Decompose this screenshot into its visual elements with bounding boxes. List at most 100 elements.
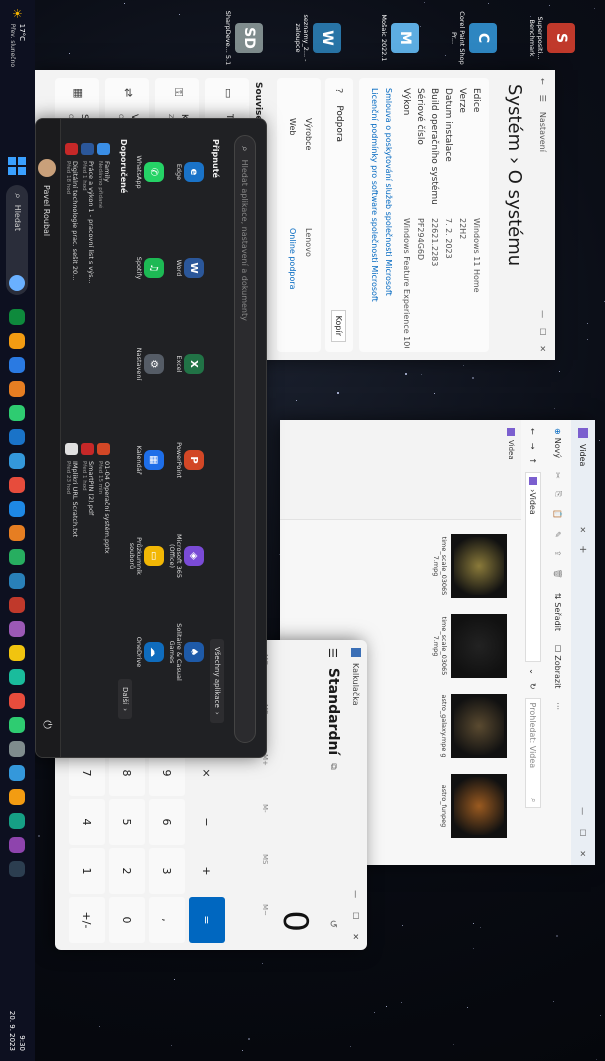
more-button[interactable]: Další ›: [118, 679, 132, 720]
online-support-link[interactable]: Online podpora: [288, 228, 297, 290]
taskbar-app-icon[interactable]: [9, 669, 26, 686]
pinned-app[interactable]: ♫ Spotify: [135, 237, 164, 299]
pinned-app[interactable]: P PowerPoint: [175, 429, 204, 491]
user-name[interactable]: Pavel Roubal: [43, 185, 52, 236]
taskbar-app-icon[interactable]: [9, 309, 26, 326]
taskbar-app-icon[interactable]: [9, 405, 26, 422]
pinned-app[interactable]: ▭ Průzkumník souborů: [128, 525, 164, 587]
clock[interactable]: 9:30 20. 9. 2023: [8, 1011, 28, 1051]
avatar[interactable]: [38, 159, 56, 177]
taskbar-app-icon[interactable]: [9, 477, 26, 494]
calc-key[interactable]: 4: [69, 799, 105, 845]
menu-icon[interactable]: ☰: [539, 95, 548, 102]
recommended-item[interactable]: 01-04 Operační systém.pptx Před 15 min: [97, 443, 111, 554]
memory-button[interactable]: MS: [261, 854, 269, 864]
start-search-box[interactable]: ⌕ Hledat aplikace, nastavení a dokumenty: [234, 135, 256, 743]
refresh-icon[interactable]: ↻: [529, 683, 538, 690]
services-agreement-link[interactable]: Smlouva o poskytování služeb společnosti…: [384, 88, 393, 296]
close-button[interactable]: ✕: [579, 850, 588, 857]
desktop-icon[interactable]: S Superpositi... Benchmark: [528, 8, 575, 68]
support-section[interactable]: ? Podpora Kopír: [325, 78, 353, 352]
taskbar-app-icon[interactable]: [9, 501, 26, 518]
file-item[interactable]: time_scale_0306S 7.mpg: [432, 530, 507, 602]
calc-key[interactable]: +/-: [69, 897, 105, 943]
taskbar-app-icon[interactable]: [9, 549, 26, 566]
recommended-item[interactable]: Práce a výkon 1 - pracovní list s výs...…: [81, 143, 95, 284]
taskbar-app-icon[interactable]: [9, 717, 26, 734]
desktop-icon[interactable]: SD SharpDeve... 5.1: [224, 8, 263, 68]
taskbar-app-icon[interactable]: [9, 333, 26, 350]
taskbar-app-icon[interactable]: [9, 429, 26, 446]
taskbar-app-icon[interactable]: [9, 621, 26, 638]
paste-icon[interactable]: 📋: [554, 509, 563, 519]
calc-key[interactable]: 2: [109, 848, 145, 894]
calc-key[interactable]: −: [189, 799, 225, 845]
minimize-button[interactable]: —: [352, 890, 361, 898]
taskbar-app-icon[interactable]: [9, 813, 26, 830]
back-icon[interactable]: ←: [539, 78, 548, 85]
breadcrumb-parent[interactable]: Systém: [504, 84, 525, 151]
memory-button[interactable]: M~: [261, 904, 269, 916]
recommended-item[interactable]: IMplikri URL Scratch.txt Před 23 hod: [65, 443, 79, 537]
close-button[interactable]: ✕: [352, 933, 361, 940]
desktop-icon[interactable]: C Corel Paint Shop Pr...: [450, 8, 497, 68]
minimize-button[interactable]: —: [579, 807, 588, 815]
taskbar-app-icon[interactable]: [9, 645, 26, 662]
dropdown-icon[interactable]: ⌄: [529, 668, 538, 675]
taskbar-app-icon[interactable]: [9, 453, 26, 470]
copy-button[interactable]: Kopír: [331, 309, 347, 342]
maximize-button[interactable]: ☐: [352, 912, 361, 919]
taskbar-app-icon[interactable]: [9, 693, 26, 710]
recommended-item[interactable]: Digitální technologie prac. sešit 20... P…: [65, 143, 79, 280]
license-terms-link[interactable]: Licenční podmínky pro software společnos…: [370, 88, 379, 302]
address-field[interactable]: › Videa: [525, 472, 541, 663]
new-tab-button[interactable]: +: [578, 545, 589, 553]
pinned-app[interactable]: ☁ OneDrive: [135, 621, 164, 683]
view-button[interactable]: Zobrazit: [554, 655, 563, 688]
more-icon[interactable]: ···: [554, 702, 563, 710]
keep-on-top-icon[interactable]: ⧉: [328, 763, 338, 769]
weather-widget[interactable]: ☀ 17°C Přev. slunečno: [9, 8, 27, 67]
maximize-button[interactable]: ☐: [539, 328, 548, 335]
desktop-icon[interactable]: M Mošaic 2022.1: [380, 8, 419, 68]
back-icon[interactable]: ←: [529, 428, 538, 435]
nav-item-videos[interactable]: Videa: [507, 428, 515, 519]
pinned-app[interactable]: W Word: [175, 237, 204, 299]
taskbar-app-icon[interactable]: [9, 573, 26, 590]
file-item[interactable]: time_scale_03065 7.mpg: [432, 610, 507, 682]
taskbar-app-icon[interactable]: [9, 597, 26, 614]
desktop-icon[interactable]: Wseznamy_2... - zaloupce: [294, 8, 341, 68]
new-button[interactable]: Nový: [554, 438, 563, 458]
calc-key[interactable]: 0: [109, 897, 145, 943]
start-button[interactable]: [8, 157, 27, 176]
pinned-app[interactable]: ⚙ Nastavení: [135, 333, 164, 395]
pinned-app[interactable]: ♠ Solitaire & Casual Games: [168, 621, 204, 683]
memory-button[interactable]: M-: [261, 804, 269, 813]
file-item[interactable]: astro_funpeg: [440, 770, 507, 842]
tab-close-icon[interactable]: ✕: [579, 526, 588, 533]
pinned-app[interactable]: X Excel: [175, 333, 204, 395]
calc-key[interactable]: 6: [149, 799, 185, 845]
rename-icon[interactable]: ✎: [554, 531, 563, 538]
calc-key[interactable]: ,: [149, 897, 185, 943]
taskbar-app-icon[interactable]: [9, 765, 26, 782]
up-icon[interactable]: ↑: [529, 457, 538, 464]
calc-key[interactable]: 5: [109, 799, 145, 845]
equals-button[interactable]: =: [189, 897, 225, 943]
taskbar-app-icon[interactable]: [9, 837, 26, 854]
pinned-app[interactable]: ✆ WhatsApp: [135, 141, 164, 203]
share-icon[interactable]: ⇪: [554, 550, 563, 557]
taskbar-app-icon[interactable]: [9, 789, 26, 806]
maximize-button[interactable]: ☐: [579, 829, 588, 836]
taskbar-app-icon[interactable]: [9, 741, 26, 758]
copy-icon[interactable]: ⎘: [553, 491, 563, 497]
close-button[interactable]: ✕: [539, 345, 548, 352]
minimize-button[interactable]: —: [539, 310, 548, 318]
cut-icon[interactable]: ✂: [554, 472, 563, 479]
taskbar-app-icon[interactable]: [9, 525, 26, 542]
menu-icon[interactable]: ☰: [327, 648, 340, 658]
calc-key[interactable]: 1: [69, 848, 105, 894]
taskbar-app-icon[interactable]: [9, 381, 26, 398]
history-icon[interactable]: ↺: [328, 920, 339, 928]
calc-key[interactable]: 3: [149, 848, 185, 894]
